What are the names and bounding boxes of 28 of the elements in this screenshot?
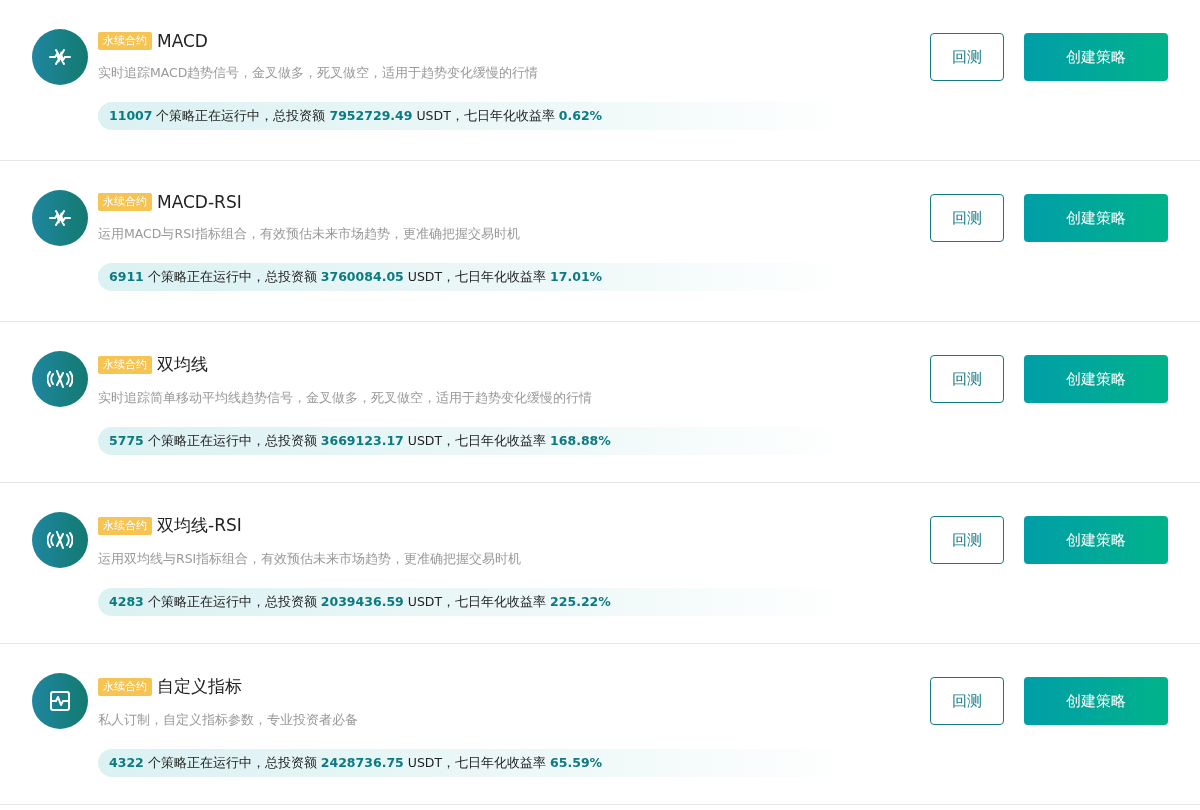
- strategy-title: MACD-RSI: [157, 192, 242, 212]
- backtest-button[interactable]: 回测: [930, 33, 1004, 81]
- strategy-description: 实时追踪简单移动平均线趋势信号，金叉做多，死叉做空，适用于趋势变化缓慢的行情: [98, 390, 593, 407]
- broadcast-icon: [47, 368, 73, 390]
- contract-tag: 永续合约: [98, 516, 152, 535]
- contract-tag: 永续合约: [98, 355, 152, 374]
- strategy-title: 双均线-RSI: [157, 514, 242, 537]
- strategy-title: 自定义指标: [157, 675, 242, 698]
- create-strategy-button[interactable]: 创建策略: [1024, 516, 1168, 564]
- contract-tag: 永续合约: [98, 193, 152, 211]
- broadcast-icon: [47, 529, 73, 551]
- create-strategy-button[interactable]: 创建策略: [1024, 355, 1168, 403]
- strategy-description: 运用MACD与RSI指标组合，有效预估未来市场趋势，更准确把握交易时机: [98, 226, 521, 243]
- backtest-button[interactable]: 回测: [930, 516, 1004, 564]
- create-strategy-button[interactable]: 创建策略: [1024, 33, 1168, 81]
- monitor-chart-icon: [48, 689, 72, 713]
- backtest-button[interactable]: 回测: [930, 355, 1004, 403]
- backtest-button[interactable]: 回测: [930, 194, 1004, 242]
- contract-tag: 永续合约: [98, 32, 152, 50]
- create-strategy-button[interactable]: 创建策略: [1024, 677, 1168, 725]
- strategy-title: MACD: [157, 31, 208, 51]
- strategy-description: 运用双均线与RSI指标组合，有效预估未来市场趋势，更准确把握交易时机: [98, 551, 523, 568]
- strategy-title: 双均线: [157, 353, 208, 376]
- backtest-button[interactable]: 回测: [930, 677, 1004, 725]
- contract-tag: 永续合约: [98, 677, 152, 696]
- strategy-description: 实时追踪MACD趋势信号，金叉做多，死叉做空，适用于趋势变化缓慢的行情: [98, 65, 540, 82]
- create-strategy-button[interactable]: 创建策略: [1024, 194, 1168, 242]
- strategy-description: 私人订制，自定义指标参数，专业投资者必备: [98, 712, 359, 729]
